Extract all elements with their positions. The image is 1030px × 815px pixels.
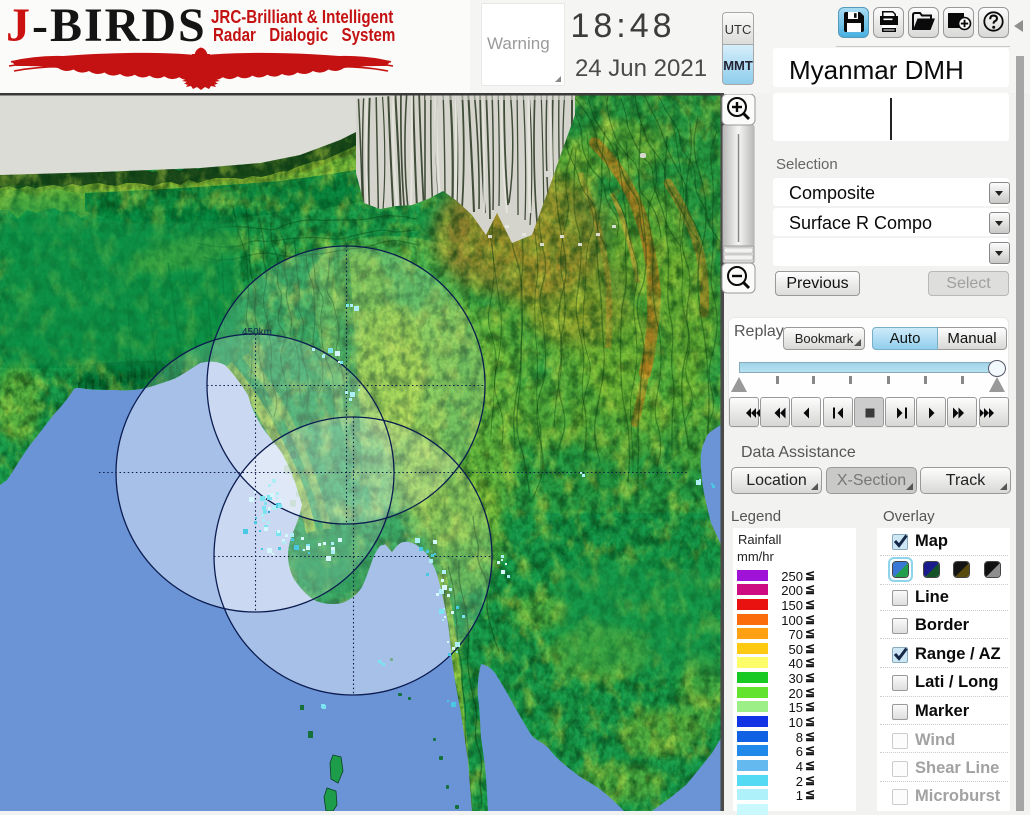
svg-text:450km: 450km	[242, 327, 272, 338]
